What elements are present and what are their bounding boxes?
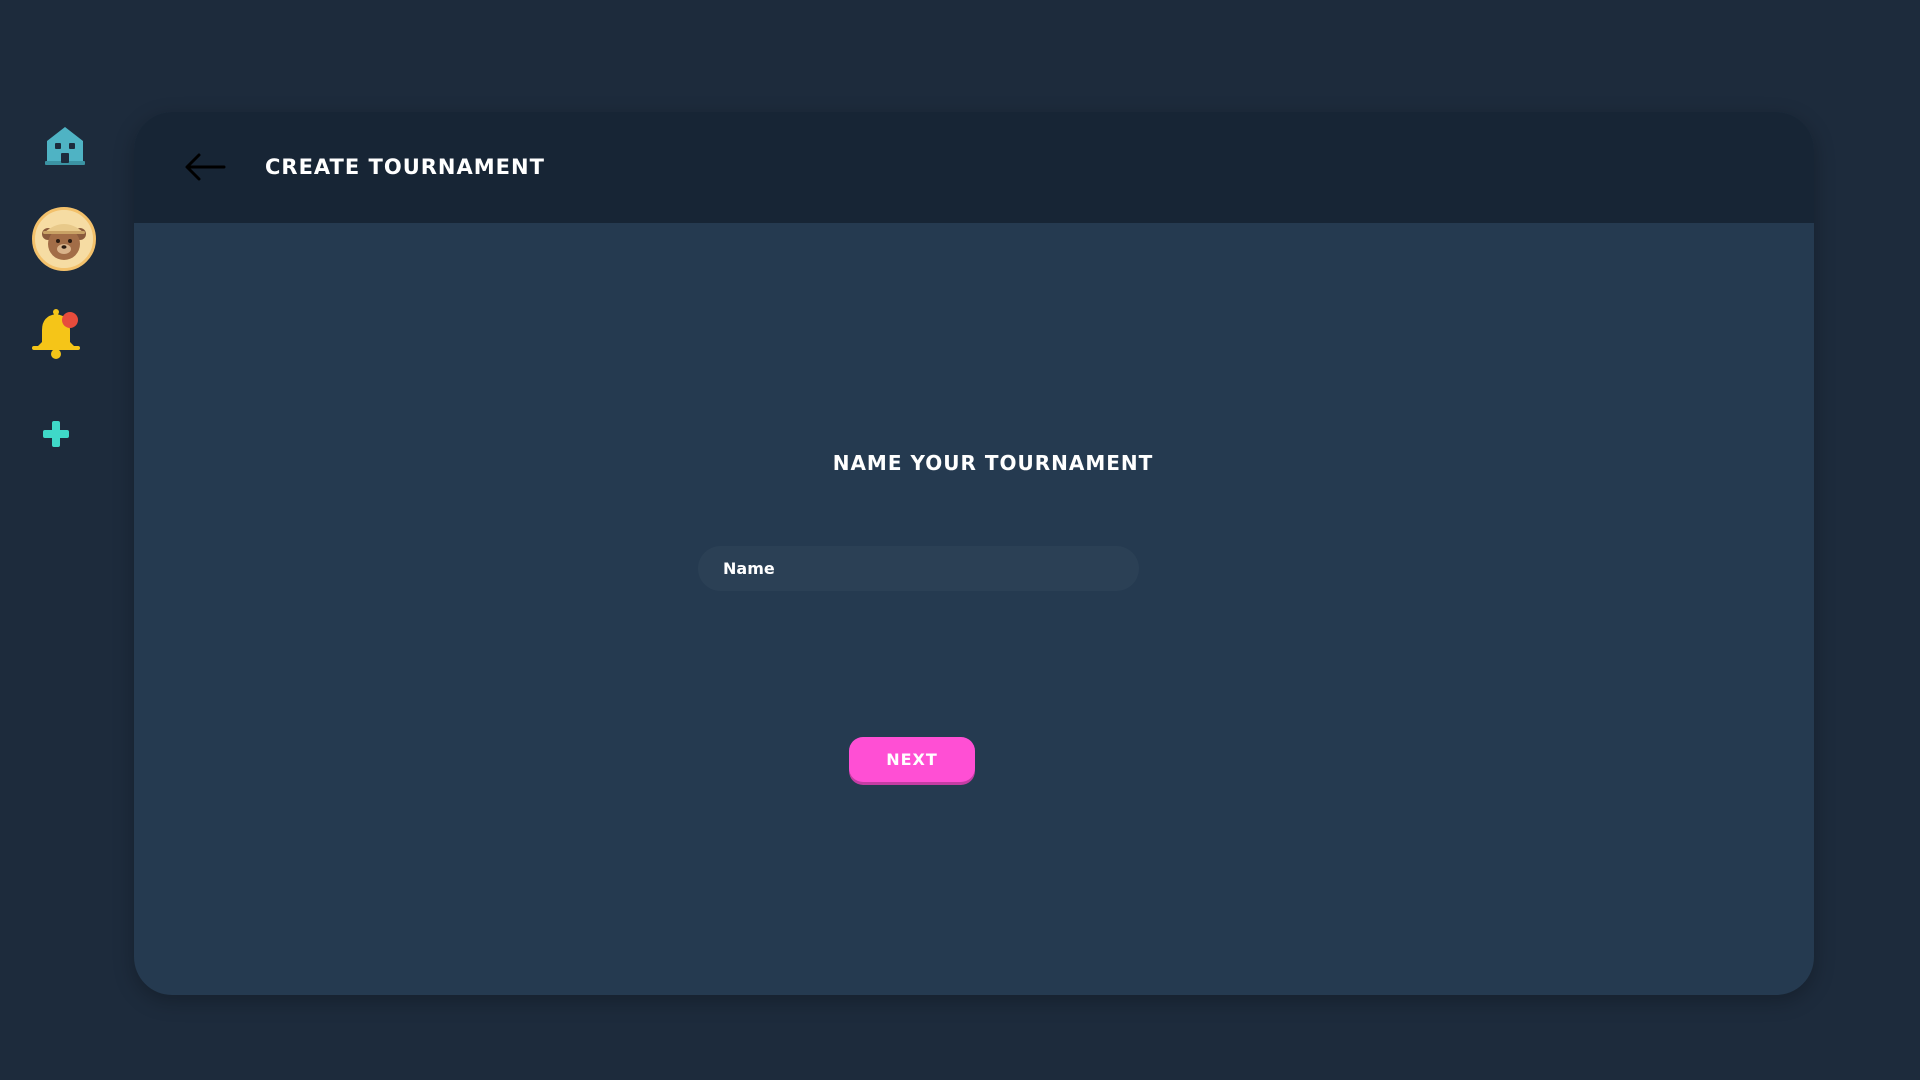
notifications-button[interactable] (30, 302, 86, 362)
sidebar (0, 0, 130, 1080)
arrow-left-icon (185, 153, 226, 181)
page-title: CREATE TOURNAMENT (265, 155, 545, 179)
home-button[interactable] (42, 122, 88, 168)
add-button[interactable] (40, 418, 72, 450)
back-button[interactable] (182, 150, 228, 184)
form-title: NAME YOUR TOURNAMENT (832, 451, 1154, 475)
panel-header: CREATE TOURNAMENT (134, 112, 1814, 223)
next-button[interactable]: NEXT (849, 737, 975, 782)
bell-icon (32, 309, 80, 359)
avatar[interactable] (32, 207, 96, 271)
plus-icon (43, 421, 69, 447)
create-tournament-panel: CREATE TOURNAMENT NAME YOUR TOURNAMENT N… (134, 112, 1814, 995)
tournament-name-input[interactable] (698, 546, 1139, 591)
bear-avatar-icon (35, 210, 93, 268)
notification-dot (62, 312, 78, 328)
home-icon (45, 127, 85, 165)
